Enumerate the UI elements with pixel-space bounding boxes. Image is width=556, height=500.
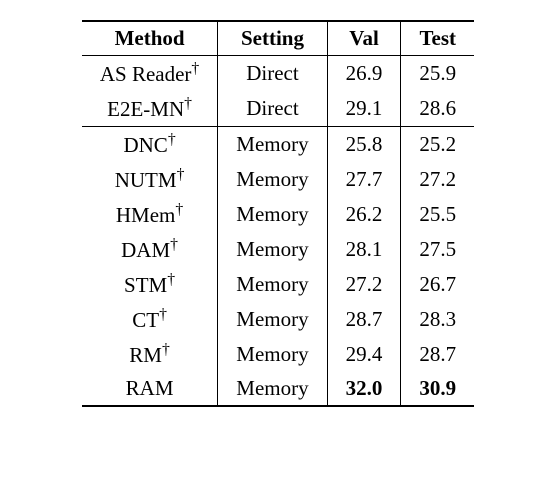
cell-setting: Direct [218, 91, 327, 127]
table-row: E2E-MN†Direct29.128.6 [82, 91, 474, 127]
table-row: AS Reader†Direct26.925.9 [82, 56, 474, 92]
cell-val: 25.8 [327, 127, 401, 163]
cell-test: 27.5 [401, 232, 474, 267]
cell-method: NUTM† [82, 162, 218, 197]
dagger-icon: † [159, 306, 167, 323]
cell-val: 29.1 [327, 91, 401, 127]
cell-method: RM† [82, 337, 218, 372]
dagger-icon: † [175, 201, 183, 218]
dagger-icon: † [162, 341, 170, 358]
cell-method: E2E-MN† [82, 91, 218, 127]
cell-method: DAM† [82, 232, 218, 267]
table-row: STM†Memory27.226.7 [82, 267, 474, 302]
cell-val: 28.7 [327, 302, 401, 337]
dagger-icon: † [168, 131, 176, 148]
cell-test: 25.9 [401, 56, 474, 92]
cell-method: HMem† [82, 197, 218, 232]
cell-test: 25.2 [401, 127, 474, 163]
cell-setting: Memory [218, 127, 327, 163]
cell-test: 25.5 [401, 197, 474, 232]
cell-val: 26.2 [327, 197, 401, 232]
cell-test: 28.3 [401, 302, 474, 337]
cell-setting: Memory [218, 372, 327, 406]
cell-method: RAM [82, 372, 218, 406]
header-val: Val [327, 21, 401, 56]
cell-setting: Memory [218, 302, 327, 337]
table-row: RM†Memory29.428.7 [82, 337, 474, 372]
cell-method: AS Reader† [82, 56, 218, 92]
cell-val: 26.9 [327, 56, 401, 92]
cell-val: 28.1 [327, 232, 401, 267]
cell-setting: Memory [218, 267, 327, 302]
header-row: Method Setting Val Test [82, 21, 474, 56]
results-table: Method Setting Val Test AS Reader†Direct… [82, 20, 474, 407]
table-row: NUTM†Memory27.727.2 [82, 162, 474, 197]
cell-test: 28.7 [401, 337, 474, 372]
cell-setting: Memory [218, 337, 327, 372]
cell-method: CT† [82, 302, 218, 337]
header-method: Method [82, 21, 218, 56]
cell-test: 27.2 [401, 162, 474, 197]
dagger-icon: † [184, 95, 192, 112]
cell-setting: Memory [218, 162, 327, 197]
cell-method: STM† [82, 267, 218, 302]
table-row: DAM†Memory28.127.5 [82, 232, 474, 267]
dagger-icon: † [167, 271, 175, 288]
cell-val: 27.2 [327, 267, 401, 302]
header-test: Test [401, 21, 474, 56]
dagger-icon: † [170, 236, 178, 253]
cell-val: 29.4 [327, 337, 401, 372]
cell-val: 27.7 [327, 162, 401, 197]
table-row: HMem†Memory26.225.5 [82, 197, 474, 232]
table-row: RAMMemory32.030.9 [82, 372, 474, 406]
cell-test: 26.7 [401, 267, 474, 302]
cell-val: 32.0 [327, 372, 401, 406]
table-row: DNC†Memory25.825.2 [82, 127, 474, 163]
cell-setting: Direct [218, 56, 327, 92]
cell-setting: Memory [218, 197, 327, 232]
table-row: CT†Memory28.728.3 [82, 302, 474, 337]
header-setting: Setting [218, 21, 327, 56]
dagger-icon: † [191, 60, 199, 77]
cell-setting: Memory [218, 232, 327, 267]
cell-test: 28.6 [401, 91, 474, 127]
dagger-icon: † [177, 166, 185, 183]
cell-method: DNC† [82, 127, 218, 163]
cell-test: 30.9 [401, 372, 474, 406]
